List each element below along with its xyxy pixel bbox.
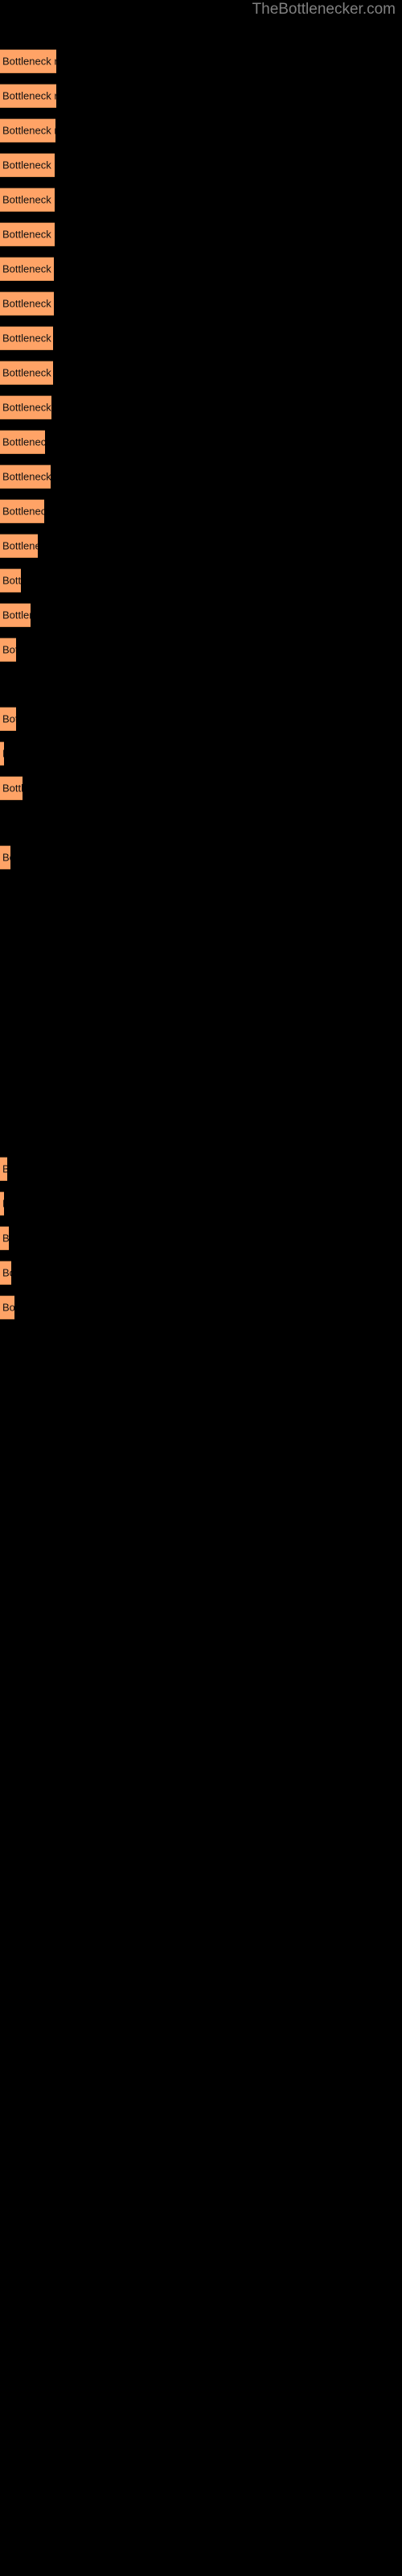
bar-row: Bottleneck result [0, 326, 402, 350]
bar-segment[interactable]: Bottleneck result [0, 568, 21, 592]
bar-label: Bottleneck result [2, 262, 54, 275]
bar-segment[interactable]: Bottleneck result [0, 291, 54, 316]
bar-row: Bottleneck result [0, 361, 402, 385]
bottleneck-bar-chart: Bottleneck result Bottleneck result Bottle… [0, 0, 402, 2576]
bar-label: Bottleneck result [2, 89, 56, 102]
bar-row: Bottleneck result [0, 49, 402, 73]
bar-label: Bottleneck result [2, 55, 56, 68]
bar-segment[interactable]: Bottleneck result [0, 741, 4, 766]
bar-row: Bottleneck result [0, 568, 402, 592]
bar-label: Bottleneck result [2, 124, 55, 137]
bar-row: Bottleneck result [0, 464, 402, 489]
bar-label: Bottleneck result [2, 228, 55, 241]
bar-segment[interactable]: Bottleneck result [0, 395, 51, 419]
bar-label: Bottleneck result [2, 1301, 14, 1314]
bar-row: Bottleneck result [0, 222, 402, 246]
bar-label: Bottleneck result [2, 712, 16, 725]
bar-row: Bottleneck result [0, 153, 402, 177]
bar-row: Bottleneck result [0, 776, 402, 800]
bar-row: Bottleneck result [0, 1226, 402, 1250]
bar-row: Bottleneck result [0, 188, 402, 212]
bar-label: Bottleneck result [2, 1198, 4, 1210]
bar-row: Bottleneck result [0, 1295, 402, 1319]
bar-segment[interactable]: Bottleneck result [0, 257, 54, 281]
bar-label: Bottleneck result [2, 332, 53, 345]
bar-row: Bottleneck result [0, 845, 402, 869]
bar-segment[interactable]: Bottleneck result [0, 464, 51, 489]
bar-row: Bottleneck result [0, 430, 402, 454]
bar-segment[interactable]: Bottleneck result [0, 1191, 4, 1216]
bar-segment[interactable]: Bottleneck result [0, 188, 55, 212]
bar-row: Bottleneck result [0, 1191, 402, 1216]
bar-segment[interactable]: Bottleneck result [0, 534, 38, 558]
bar-label: Bottleneck result [2, 1266, 11, 1279]
bar-label: Bottleneck result [2, 609, 31, 621]
bar-label: Bottleneck result [2, 297, 54, 310]
bar-row: Bottleneck result [0, 534, 402, 558]
bar-segment[interactable]: Bottleneck result [0, 361, 53, 385]
bar-label: Bottleneck result [2, 643, 16, 656]
bar-label: Bottleneck result [2, 193, 55, 206]
bar-segment[interactable]: Bottleneck result [0, 845, 10, 869]
bar-segment[interactable]: Bottleneck result [0, 430, 45, 454]
bar-segment[interactable]: Bottleneck result [0, 84, 56, 108]
bar-label: Bottleneck result [2, 436, 45, 448]
bar-segment[interactable]: Bottleneck result [0, 776, 23, 800]
bar-row: Bottleneck result [0, 291, 402, 316]
bar-segment[interactable]: Bottleneck result [0, 707, 16, 731]
bar-segment[interactable]: Bottleneck result [0, 638, 16, 662]
bar-row: Bottleneck result [0, 741, 402, 766]
bar-row: Bottleneck result [0, 603, 402, 627]
bar-segment[interactable]: Bottleneck result [0, 326, 53, 350]
bar-row: Bottleneck result [0, 257, 402, 281]
bar-segment[interactable]: Bottleneck result [0, 1226, 9, 1250]
bar-row: Bottleneck result [0, 1157, 402, 1181]
bar-segment[interactable]: Bottleneck result [0, 1157, 7, 1181]
bar-label: Bottleneck result [2, 539, 38, 552]
bar-row: Bottleneck result [0, 638, 402, 662]
bar-segment[interactable]: Bottleneck result [0, 1261, 11, 1285]
bar-label: Bottleneck result [2, 470, 51, 483]
bar-label: Bottleneck result [2, 159, 55, 171]
bar-label: Bottleneck result [2, 748, 4, 760]
bar-label: Bottleneck result [2, 401, 51, 414]
bar-segment[interactable]: Bottleneck result [0, 153, 55, 177]
bar-label: Bottleneck result [2, 782, 23, 795]
bar-row: Bottleneck result [0, 707, 402, 731]
bar-row: Bottleneck result [0, 118, 402, 142]
bar-label: Bottleneck result [2, 1232, 9, 1245]
bar-label: Bottleneck result [2, 851, 10, 864]
bar-row: Bottleneck result [0, 499, 402, 523]
bar-segment[interactable]: Bottleneck result [0, 499, 44, 523]
bar-label: Bottleneck result [2, 505, 44, 518]
bar-row: Bottleneck result [0, 84, 402, 108]
bar-segment[interactable]: Bottleneck result [0, 118, 55, 142]
bar-segment[interactable]: Bottleneck result [0, 49, 56, 73]
bar-row: Bottleneck result [0, 395, 402, 419]
bar-label: Bottleneck result [2, 1163, 7, 1175]
bar-label: Bottleneck result [2, 574, 21, 587]
bar-label: Bottleneck result [2, 366, 53, 379]
bar-row: Bottleneck result [0, 1261, 402, 1285]
bar-segment[interactable]: Bottleneck result [0, 222, 55, 246]
bar-segment[interactable]: Bottleneck result [0, 603, 31, 627]
bar-segment[interactable]: Bottleneck result [0, 1295, 14, 1319]
